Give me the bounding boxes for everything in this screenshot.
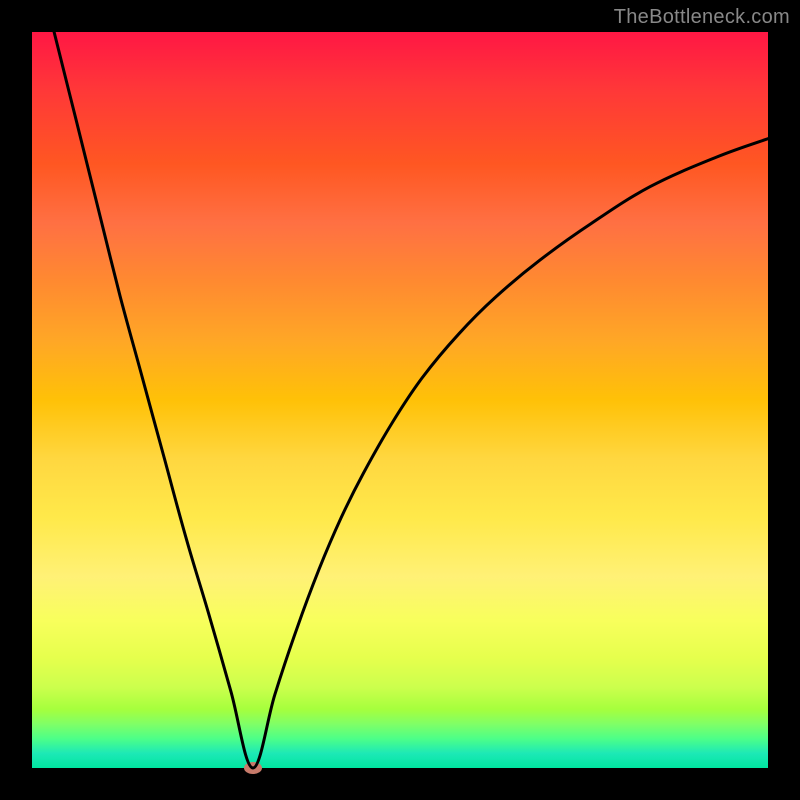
bottleneck-curve [0, 0, 800, 800]
watermark-text: TheBottleneck.com [614, 6, 790, 29]
